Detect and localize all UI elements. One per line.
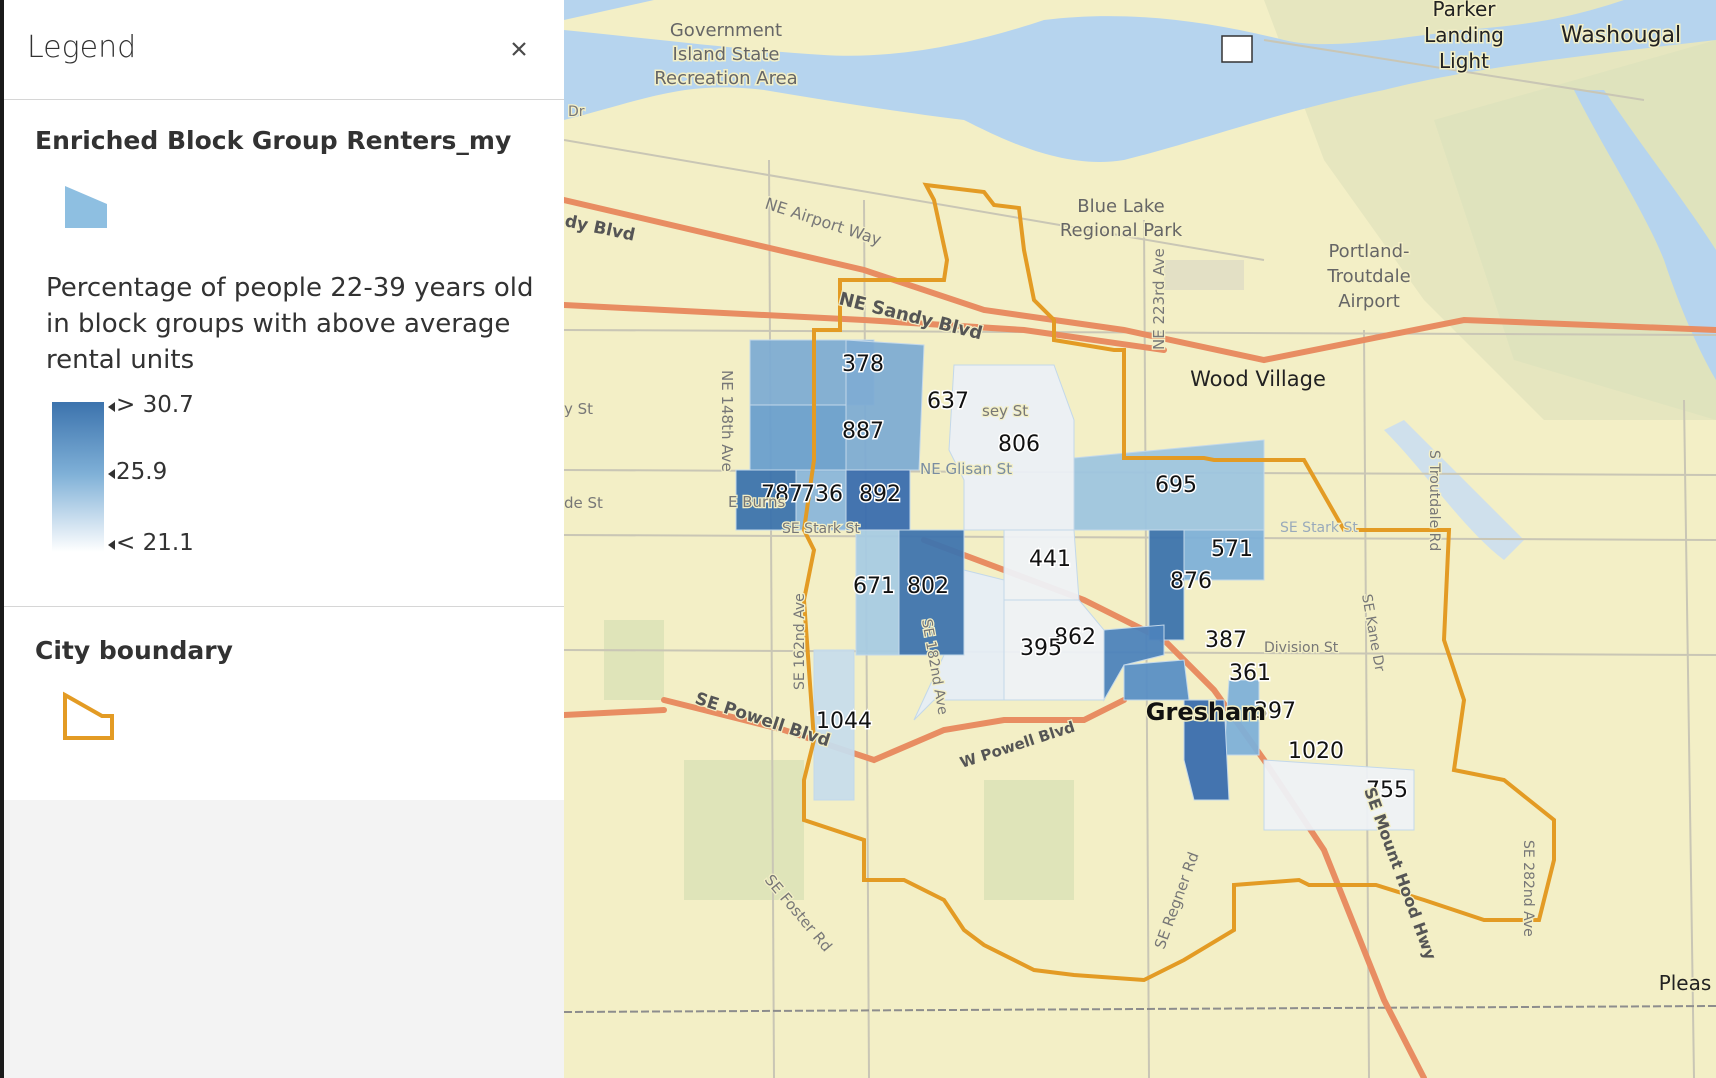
close-icon xyxy=(512,42,526,56)
block-group-label-571: 571 xyxy=(1211,537,1253,562)
block-group-label-361: 361 xyxy=(1229,661,1271,686)
close-button[interactable] xyxy=(502,32,536,66)
road-label: SE 162nd Ave xyxy=(792,593,808,690)
block-group-label-887: 887 xyxy=(842,419,884,444)
polygon-swatch-icon xyxy=(65,186,107,228)
place-label: Pleas xyxy=(1659,971,1712,995)
block-group-label-892: 892 xyxy=(859,482,901,507)
layer-title-city-boundary: City boundary xyxy=(35,636,233,665)
legend-header: Legend xyxy=(4,0,564,100)
place-label: Government xyxy=(670,20,782,41)
basemap[interactable]: 378637887806695787736 892571441671 802 8768… xyxy=(564,0,1716,1078)
block-group-361[interactable] xyxy=(1123,659,1190,701)
road-label: S Troutdale Rd xyxy=(1426,450,1442,551)
place-label: Parker xyxy=(1432,0,1496,21)
road-label: sey St xyxy=(982,402,1028,420)
place-label: Portland- xyxy=(1328,241,1409,262)
block-group-label-441: 441 xyxy=(1029,547,1071,572)
block-group-label-378: 378 xyxy=(842,352,884,377)
place-label: Island State xyxy=(673,44,780,65)
map-view[interactable]: 378 637 887 806 695 787 736 892 571 441 671 802 876 8… xyxy=(564,0,1716,1078)
road-label: y St xyxy=(564,400,593,418)
place-label: Recreation Area xyxy=(654,68,797,89)
block-group-label-671: 671 xyxy=(853,574,895,599)
place-label: Airport xyxy=(1338,291,1400,312)
place-label: Gresham xyxy=(1146,698,1266,726)
block-group-label-802: 802 xyxy=(907,574,949,599)
layer-title-renters: Enriched Block Group Renters_my xyxy=(35,126,512,155)
section-divider xyxy=(4,606,564,607)
block-group-887[interactable] xyxy=(749,404,847,471)
legend-panel: Legend Enriched Block Group Renters_my P… xyxy=(0,0,564,1078)
legend-title: Legend xyxy=(27,30,137,65)
legend-body: Legend Enriched Block Group Renters_my P… xyxy=(4,0,564,800)
block-group-label-387: 387 xyxy=(1205,628,1247,653)
boundary-swatch-icon xyxy=(63,691,114,740)
road-label: Division St xyxy=(1264,640,1339,656)
legend-description: Percentage of people 22-39 years old in … xyxy=(46,273,534,375)
block-group-label-1020: 1020 xyxy=(1288,739,1344,764)
road-label: SE 282nd Ave xyxy=(1520,840,1536,937)
road-label: de St xyxy=(564,494,603,512)
road-label: NE Glisan St xyxy=(920,460,1012,478)
ramp-label-mid: 25.9 xyxy=(116,459,168,485)
road-label: E Burns xyxy=(728,493,785,511)
place-label: Blue Lake xyxy=(1077,196,1164,217)
ramp-tick-mid xyxy=(108,469,115,479)
block-group-label-876: 876 xyxy=(1170,569,1212,594)
road-label: SE Stark St xyxy=(782,521,860,537)
ramp-tick-low xyxy=(108,540,115,550)
road-label: NE 148th Ave xyxy=(718,370,736,472)
road-label: Dr xyxy=(568,104,585,120)
ramp-label-low: < 21.1 xyxy=(116,530,194,556)
block-group-label-395: 395 xyxy=(1020,636,1062,661)
block-group-label-806: 806 xyxy=(998,432,1040,457)
block-group-label-637: 637 xyxy=(927,389,969,414)
block-group-label-695: 695 xyxy=(1155,473,1197,498)
ramp-label-high: > 30.7 xyxy=(116,392,194,418)
place-label: Landing xyxy=(1424,23,1504,47)
place-label: Troutdale xyxy=(1326,266,1410,287)
ramp-tick-high xyxy=(108,402,115,412)
highway-14-shield-icon xyxy=(1221,35,1253,63)
block-group-label-736: 736 xyxy=(801,482,843,507)
place-label: Light xyxy=(1439,49,1489,73)
road-label: NE 223rd Ave xyxy=(1150,248,1168,350)
road-label: SE Stark St xyxy=(1280,520,1358,536)
place-label: Regional Park xyxy=(1060,220,1183,241)
place-label: Wood Village xyxy=(1190,367,1326,391)
color-ramp xyxy=(52,402,104,552)
place-label: Washougal xyxy=(1561,23,1681,48)
